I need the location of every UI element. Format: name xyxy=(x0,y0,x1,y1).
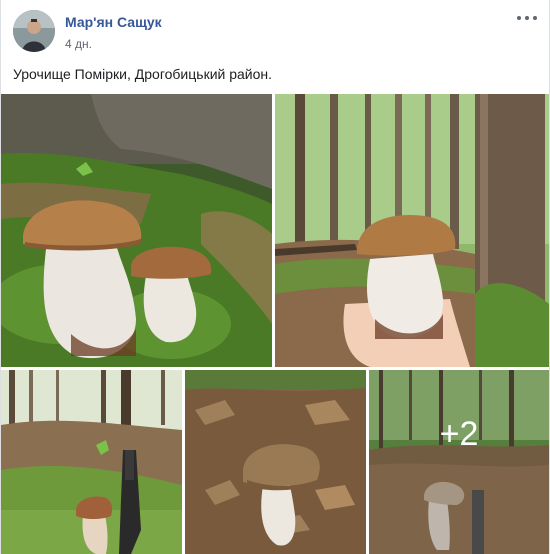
post: Мар'ян Сащук 4 дн. Урочище Помірки, Дрог… xyxy=(0,0,550,554)
author-name[interactable]: Мар'ян Сащук xyxy=(65,14,162,30)
photo-2[interactable] xyxy=(275,94,549,367)
photo-4[interactable] xyxy=(185,370,366,554)
more-photos-overlay[interactable]: +2 xyxy=(369,370,549,554)
photo-1[interactable] xyxy=(1,94,272,367)
photo-3[interactable] xyxy=(1,370,182,554)
photo-5[interactable]: +2 xyxy=(369,370,549,554)
post-header: Мар'ян Сащук 4 дн. xyxy=(13,10,539,54)
more-options-icon[interactable] xyxy=(515,10,539,26)
avatar[interactable] xyxy=(13,10,55,52)
post-caption: Урочище Помірки, Дрогобицький район. xyxy=(13,66,273,82)
post-timestamp[interactable]: 4 дн. xyxy=(65,37,92,51)
